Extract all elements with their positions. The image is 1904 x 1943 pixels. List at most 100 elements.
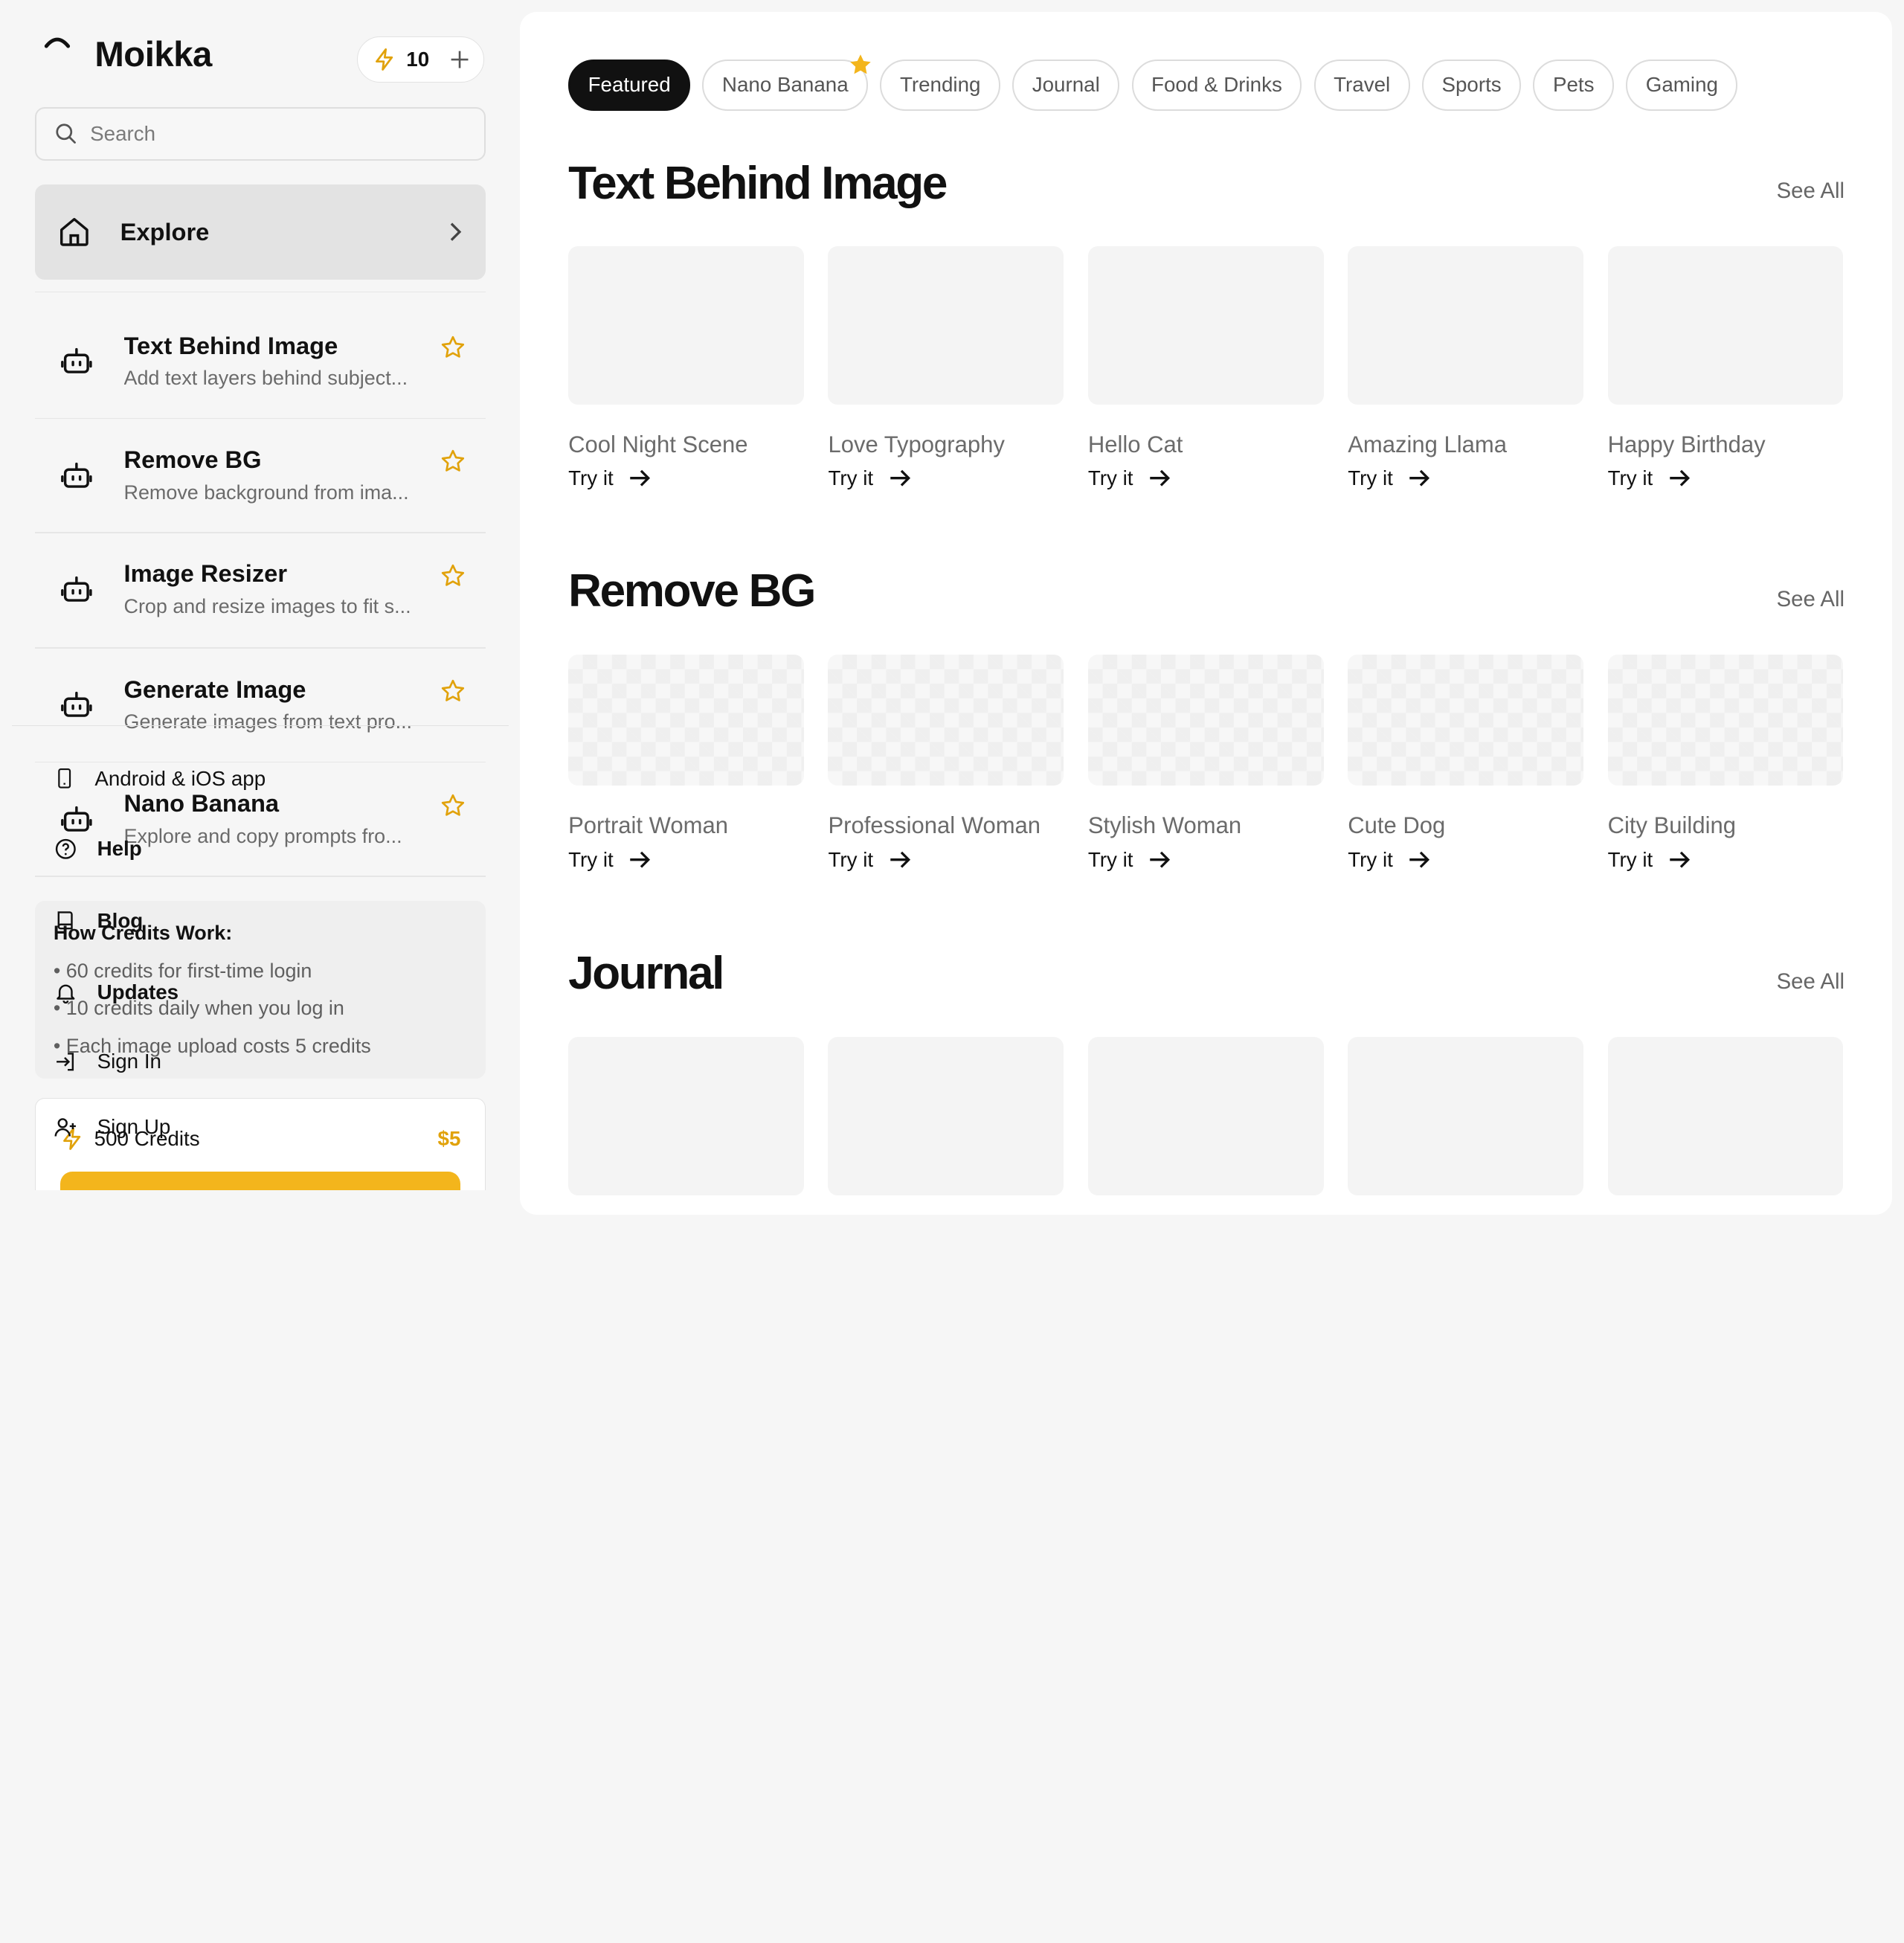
buy-credits-card[interactable]: 500 Credits $5 — [35, 1097, 486, 1191]
footer-updates[interactable]: Updates — [54, 980, 178, 1005]
card-title: Happy Birthday — [1607, 431, 1766, 457]
try-it-link[interactable]: Try it — [1608, 466, 1844, 490]
chip-nano-banana[interactable]: Nano Banana — [702, 54, 871, 111]
chip-pets[interactable]: Pets — [1533, 59, 1614, 111]
see-all-link[interactable]: See All — [1777, 179, 1844, 204]
card-thumbnail[interactable] — [828, 655, 1064, 786]
template-card[interactable]: Portrait Woman Try it — [568, 655, 804, 872]
logo-icon — [44, 37, 70, 48]
star-icon[interactable] — [440, 678, 466, 704]
footer-help-label: Help — [97, 837, 142, 861]
chip-sports[interactable]: Sports — [1421, 59, 1522, 111]
card-thumbnail[interactable] — [828, 1037, 1064, 1195]
nav-explore[interactable]: Explore — [35, 184, 486, 280]
card-thumbnail[interactable] — [1607, 1037, 1844, 1195]
footer-app-link[interactable]: Android & iOS app — [54, 766, 266, 791]
chip-journal[interactable]: Journal — [1012, 59, 1120, 111]
footer-sign-up[interactable]: Sign Up — [54, 1115, 170, 1140]
section-title: Journal — [568, 948, 724, 1000]
card-thumbnail[interactable] — [1348, 655, 1583, 786]
see-all-link[interactable]: See All — [1777, 587, 1844, 612]
card-thumbnail[interactable] — [568, 655, 804, 786]
star-icon[interactable] — [440, 334, 466, 361]
sidebar: Moikka 10 Explore Text Behind Image Add t… — [0, 0, 510, 1191]
try-it-link[interactable]: Try it — [1608, 848, 1844, 872]
chip-label: Nano Banana — [721, 73, 849, 97]
star-icon[interactable] — [440, 792, 466, 819]
star-badge-icon — [850, 54, 871, 74]
robot-icon — [61, 576, 92, 602]
tool-subtitle: Add text layers behind subject... — [123, 367, 408, 390]
phone-icon — [58, 768, 71, 789]
footer-sign-in[interactable]: Sign In — [54, 1050, 161, 1074]
try-it-link[interactable]: Try it — [1348, 848, 1583, 872]
try-it-link[interactable]: Try it — [568, 466, 804, 490]
template-card[interactable]: Cute Dog Try it — [1348, 655, 1583, 872]
footer-help[interactable]: Help — [54, 837, 142, 861]
template-card[interactable]: Amazing Llama Try it — [1348, 246, 1583, 490]
card-title: Hello Cat — [1087, 431, 1183, 457]
template-card[interactable] — [568, 1037, 804, 1195]
try-it-link[interactable]: Try it — [1088, 466, 1324, 490]
template-card[interactable]: Stylish Woman Try it — [1087, 655, 1324, 872]
tool-subtitle: Explore and copy prompts fro... — [123, 824, 402, 847]
main-content: Featured Nano Banana Trending Journal Fo… — [519, 12, 1892, 1215]
tool-item-text-behind-image[interactable]: Text Behind Image Add text layers behind … — [35, 304, 486, 417]
chip-food-drinks[interactable]: Food & Drinks — [1131, 59, 1302, 111]
template-card[interactable]: City Building Try it — [1607, 655, 1844, 872]
template-card[interactable] — [828, 1037, 1064, 1195]
try-it-link[interactable]: Try it — [1348, 466, 1583, 490]
try-it-link[interactable]: Try it — [828, 466, 1064, 490]
credits-pill[interactable]: 10 — [357, 36, 485, 83]
template-card[interactable]: Hello Cat Try it — [1087, 246, 1324, 490]
try-it-label: Try it — [828, 466, 874, 489]
try-it-link[interactable]: Try it — [568, 848, 804, 872]
card-thumbnail[interactable] — [568, 246, 804, 405]
footer-blog[interactable]: Blog — [54, 908, 143, 933]
try-it-label: Try it — [1348, 466, 1393, 489]
template-card[interactable]: Love Typography Try it — [828, 246, 1064, 490]
card-thumbnail[interactable] — [1087, 246, 1324, 405]
try-it-link[interactable]: Try it — [1088, 848, 1324, 872]
buy-button[interactable] — [60, 1171, 461, 1191]
card-thumbnail[interactable] — [1348, 246, 1583, 405]
template-card[interactable]: Happy Birthday Try it — [1607, 246, 1844, 490]
card-thumbnail[interactable] — [1607, 655, 1844, 786]
search-input[interactable] — [90, 121, 443, 146]
template-card[interactable] — [1607, 1037, 1844, 1195]
template-card[interactable] — [1087, 1037, 1324, 1195]
tool-item-image-resizer[interactable]: Image Resizer Crop and resize images to f… — [35, 532, 486, 646]
chip-gaming[interactable]: Gaming — [1626, 59, 1738, 111]
card-thumbnail[interactable] — [1087, 655, 1324, 786]
tool-title: Nano Banana — [123, 789, 280, 818]
search-box[interactable] — [35, 106, 486, 161]
template-card[interactable] — [1348, 1037, 1583, 1195]
try-it-label: Try it — [1087, 847, 1133, 871]
template-card[interactable]: Professional Woman Try it — [828, 655, 1064, 872]
card-title: Cute Dog — [1348, 812, 1446, 839]
chip-travel[interactable]: Travel — [1313, 59, 1410, 111]
help-circle-icon — [55, 838, 76, 859]
lightning-icon — [375, 48, 393, 71]
star-icon[interactable] — [440, 562, 466, 589]
card-thumbnail[interactable] — [568, 1037, 804, 1195]
nav-explore-label: Explore — [120, 217, 210, 245]
template-card[interactable]: Cool Night Scene Try it — [568, 246, 804, 490]
card-thumbnail[interactable] — [1087, 1037, 1324, 1195]
chip-trending[interactable]: Trending — [880, 59, 1000, 111]
plus-icon[interactable] — [450, 50, 469, 69]
tool-item-generate-image[interactable]: Generate Image Generate images from text … — [35, 647, 486, 761]
arrow-right-icon — [890, 851, 910, 868]
arrow-right-icon — [630, 470, 651, 486]
try-it-link[interactable]: Try it — [828, 848, 1064, 872]
chip-featured[interactable]: Featured — [568, 59, 691, 111]
tool-item-remove-bg[interactable]: Remove BG Remove background from ima... — [35, 418, 486, 532]
card-thumbnail[interactable] — [1607, 246, 1844, 405]
footer-sign-in-label: Sign In — [97, 1049, 161, 1073]
star-icon[interactable] — [440, 448, 466, 475]
see-all-link[interactable]: See All — [1777, 969, 1844, 995]
arrow-right-icon — [1670, 470, 1690, 486]
tool-title: Remove BG — [123, 445, 262, 473]
card-thumbnail[interactable] — [828, 246, 1064, 405]
card-thumbnail[interactable] — [1348, 1037, 1583, 1195]
